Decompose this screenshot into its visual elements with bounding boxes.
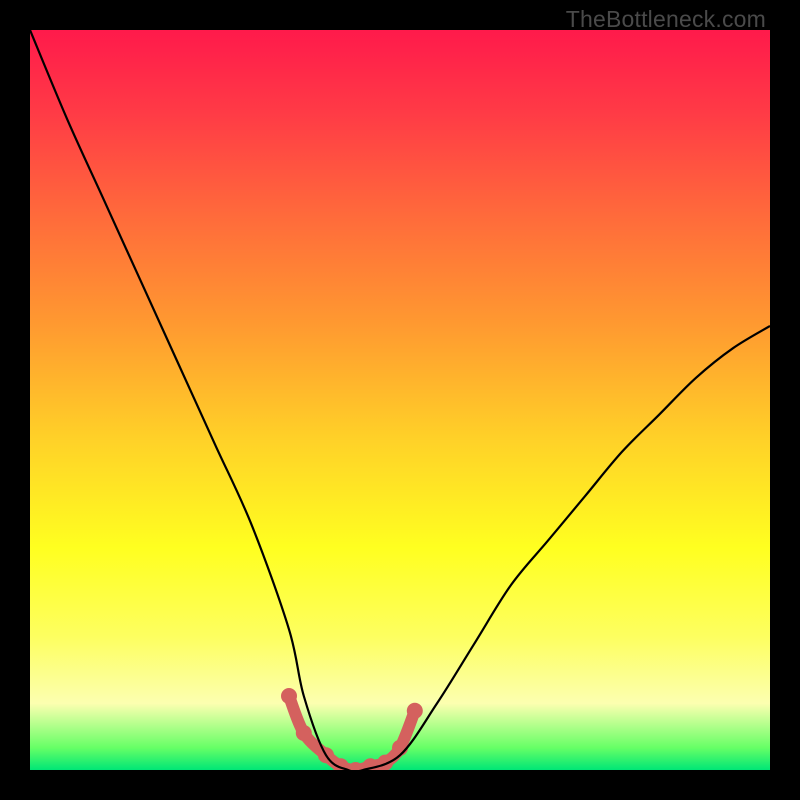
watermark-text: TheBottleneck.com (566, 6, 766, 33)
chart-svg (30, 30, 770, 770)
marker-band (281, 688, 423, 770)
chart-frame: TheBottleneck.com (0, 0, 800, 800)
marker-dot (281, 688, 297, 704)
plot-area (30, 30, 770, 770)
marker-dot (407, 703, 423, 719)
marker-dot (296, 725, 312, 741)
bottleneck-curve (30, 30, 770, 770)
